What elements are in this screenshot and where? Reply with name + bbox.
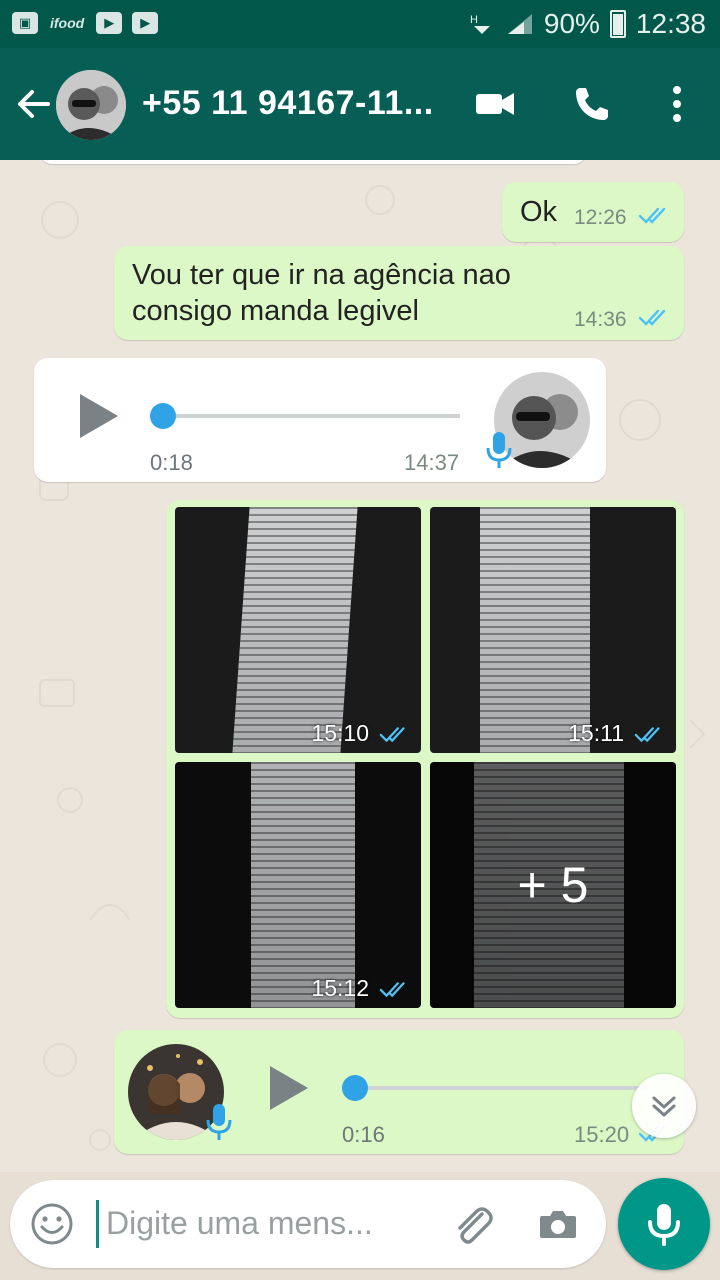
chevron-down-icon	[652, 1096, 676, 1117]
cell-signal-icon	[507, 14, 532, 34]
emoji-icon[interactable]	[30, 1202, 74, 1246]
mic-icon	[486, 432, 512, 468]
read-ticks-icon	[379, 982, 405, 998]
scroll-to-bottom-button[interactable]	[632, 1074, 696, 1138]
record-voice-button[interactable]	[618, 1178, 710, 1270]
phone-icon[interactable]	[570, 82, 616, 126]
more-photos-count: + 5	[430, 762, 676, 1008]
read-ticks-icon	[379, 727, 405, 743]
message-input-bar[interactable]: Digite uma mens...	[10, 1180, 606, 1268]
photo-thumbnail[interactable]: 15:10	[175, 507, 421, 753]
message-time: 15:20	[574, 1122, 630, 1147]
photo-thumbnail[interactable]: 15:12	[175, 762, 421, 1008]
read-ticks-icon	[638, 309, 666, 326]
previous-message-bubble	[40, 160, 586, 164]
photo-time: 15:11	[568, 720, 624, 746]
incoming-voice-message[interactable]: 0:18 14:37	[34, 358, 606, 482]
message-time: 12:26	[574, 206, 627, 229]
play-icon[interactable]	[80, 394, 118, 438]
outgoing-photo-album[interactable]: 15:10 15:11 15:12 + 5	[166, 500, 684, 1018]
back-arrow-icon[interactable]	[14, 84, 54, 124]
status-bar: ▣ ifood ▶ ▶ H 90% 12:38	[0, 0, 720, 48]
youtube-notification-icon-2: ▶	[132, 12, 159, 34]
message-input[interactable]: Digite uma mens...	[106, 1205, 373, 1242]
message-time: 14:37	[404, 450, 460, 475]
photo-time: 15:12	[311, 975, 369, 1001]
voice-progress-knob[interactable]	[342, 1075, 368, 1101]
video-call-icon[interactable]	[472, 82, 518, 126]
photo-thumbnail[interactable]: 15:11	[430, 507, 676, 753]
mic-icon	[648, 1204, 680, 1246]
photo-time: 15:10	[311, 720, 369, 746]
outgoing-voice-message[interactable]: 0:16 15:20	[114, 1030, 684, 1154]
clock: 12:38	[635, 8, 706, 39]
outgoing-message-bubble[interactable]: Vou ter que ir na agência nao consigo ma…	[114, 246, 684, 340]
message-text: Ok	[520, 196, 558, 228]
mic-icon	[206, 1104, 232, 1140]
voice-duration: 0:16	[342, 1122, 385, 1147]
battery-percent: 90%	[543, 8, 600, 39]
voice-duration: 0:18	[150, 450, 193, 475]
wifi-signal-icon: H	[470, 14, 490, 34]
svg-text:H: H	[470, 14, 478, 26]
youtube-notification-icon: ▶	[96, 12, 123, 34]
contact-avatar[interactable]	[56, 70, 126, 140]
ifood-notification-icon: ifood	[50, 15, 85, 31]
camera-icon[interactable]	[536, 1202, 580, 1246]
battery-icon	[609, 10, 626, 38]
chat-header: +55 11 94167-11...	[0, 48, 720, 160]
read-ticks-icon	[634, 727, 660, 743]
more-options-icon[interactable]	[654, 82, 700, 126]
message-text-line-1: Vou ter que ir na agência nao	[132, 259, 511, 291]
message-text-line-2: consigo manda legivel	[132, 295, 419, 327]
outgoing-message-bubble[interactable]: Ok 12:26	[502, 182, 684, 242]
voice-progress-knob[interactable]	[150, 403, 176, 429]
photo-thumbnail-more[interactable]: + 5	[430, 762, 676, 1008]
read-ticks-icon	[638, 207, 666, 224]
message-time: 14:36	[574, 308, 627, 331]
voice-progress-track[interactable]	[162, 414, 460, 418]
play-icon[interactable]	[270, 1066, 308, 1110]
voice-progress-track[interactable]	[354, 1086, 654, 1090]
gallery-notification-icon: ▣	[12, 12, 38, 34]
text-cursor	[96, 1200, 99, 1248]
contact-name[interactable]: +55 11 94167-11...	[142, 84, 434, 123]
attach-icon[interactable]	[448, 1200, 496, 1248]
chat-area[interactable]: Ok 12:26 Vou ter que ir na agência nao c…	[0, 160, 720, 1172]
